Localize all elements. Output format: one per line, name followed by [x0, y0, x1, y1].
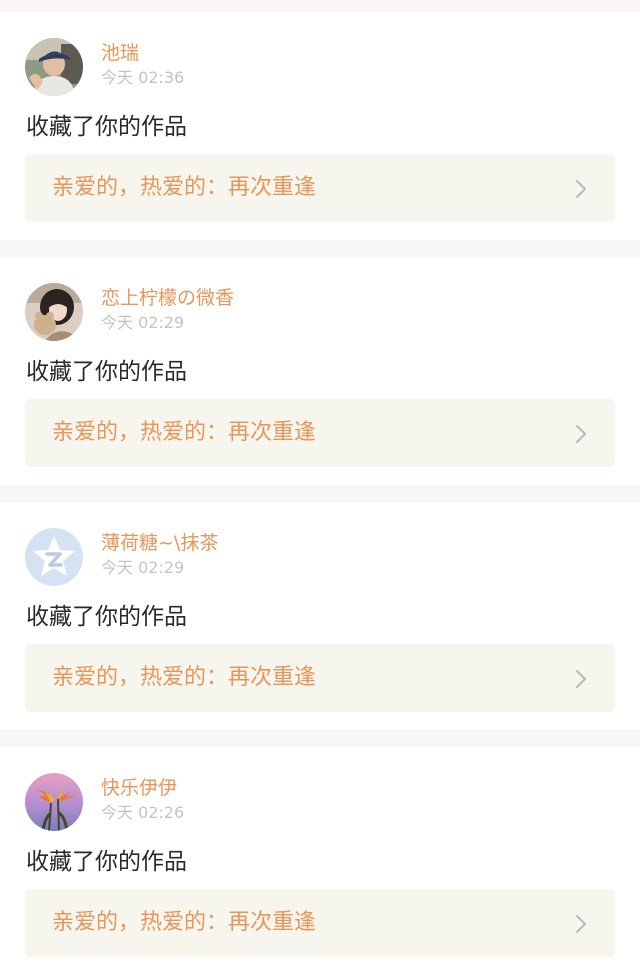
timestamp: 今天 02:36 [101, 68, 185, 87]
timestamp: 今天 02:29 [101, 313, 185, 332]
work-link[interactable]: 亲爱的，热爱的：再次重逢 [25, 399, 615, 467]
work-title: 亲爱的，热爱的：再次重逢 [52, 175, 317, 200]
user-avatar[interactable] [25, 283, 83, 341]
avatar-photo-icon [25, 38, 83, 96]
username[interactable]: 薄荷糖~\抹茶 [101, 532, 218, 554]
work-title: 亲爱的，热爱的：再次重逢 [52, 665, 317, 690]
user-avatar[interactable] [25, 773, 83, 831]
notification-card: 池瑞 今天 02:36 收藏了你的作品 亲爱的，热爱的：再次重逢 [0, 12, 640, 240]
action-text: 收藏了你的作品 [26, 604, 187, 630]
chevron-right-icon [576, 180, 586, 198]
username[interactable]: 池瑞 [101, 42, 139, 64]
user-avatar[interactable] [25, 38, 83, 96]
notification-card: 恋上柠檬の微香 今天 02:29 收藏了你的作品 亲爱的，热爱的：再次重逢 [0, 257, 640, 485]
work-link[interactable]: 亲爱的，热爱的：再次重逢 [25, 154, 615, 222]
notification-feed: 池瑞 今天 02:36 收藏了你的作品 亲爱的，热爱的：再次重逢 恋上柠檬の微香… [0, 0, 640, 975]
chevron-right-icon [576, 915, 586, 933]
default-avatar-icon [25, 528, 83, 586]
action-text: 收藏了你的作品 [26, 359, 187, 385]
timestamp: 今天 02:26 [101, 803, 185, 822]
notification-card: 快乐伊伊 今天 02:26 收藏了你的作品 亲爱的，热爱的：再次重逢 [0, 747, 640, 975]
action-text: 收藏了你的作品 [26, 849, 187, 875]
work-link[interactable]: 亲爱的，热爱的：再次重逢 [25, 889, 615, 957]
work-title: 亲爱的，热爱的：再次重逢 [52, 420, 317, 445]
username[interactable]: 快乐伊伊 [101, 777, 177, 799]
username[interactable]: 恋上柠檬の微香 [101, 287, 234, 309]
notification-card: 薄荷糖~\抹茶 今天 02:29 收藏了你的作品 亲爱的，热爱的：再次重逢 [0, 502, 640, 730]
avatar-photo-icon [25, 773, 83, 831]
timestamp: 今天 02:29 [101, 558, 185, 577]
chevron-right-icon [576, 670, 586, 688]
avatar-photo-icon [25, 283, 83, 341]
chevron-right-icon [576, 425, 586, 443]
user-avatar[interactable] [25, 528, 83, 586]
work-title: 亲爱的，热爱的：再次重逢 [52, 910, 317, 935]
action-text: 收藏了你的作品 [26, 114, 187, 140]
work-link[interactable]: 亲爱的，热爱的：再次重逢 [25, 644, 615, 712]
